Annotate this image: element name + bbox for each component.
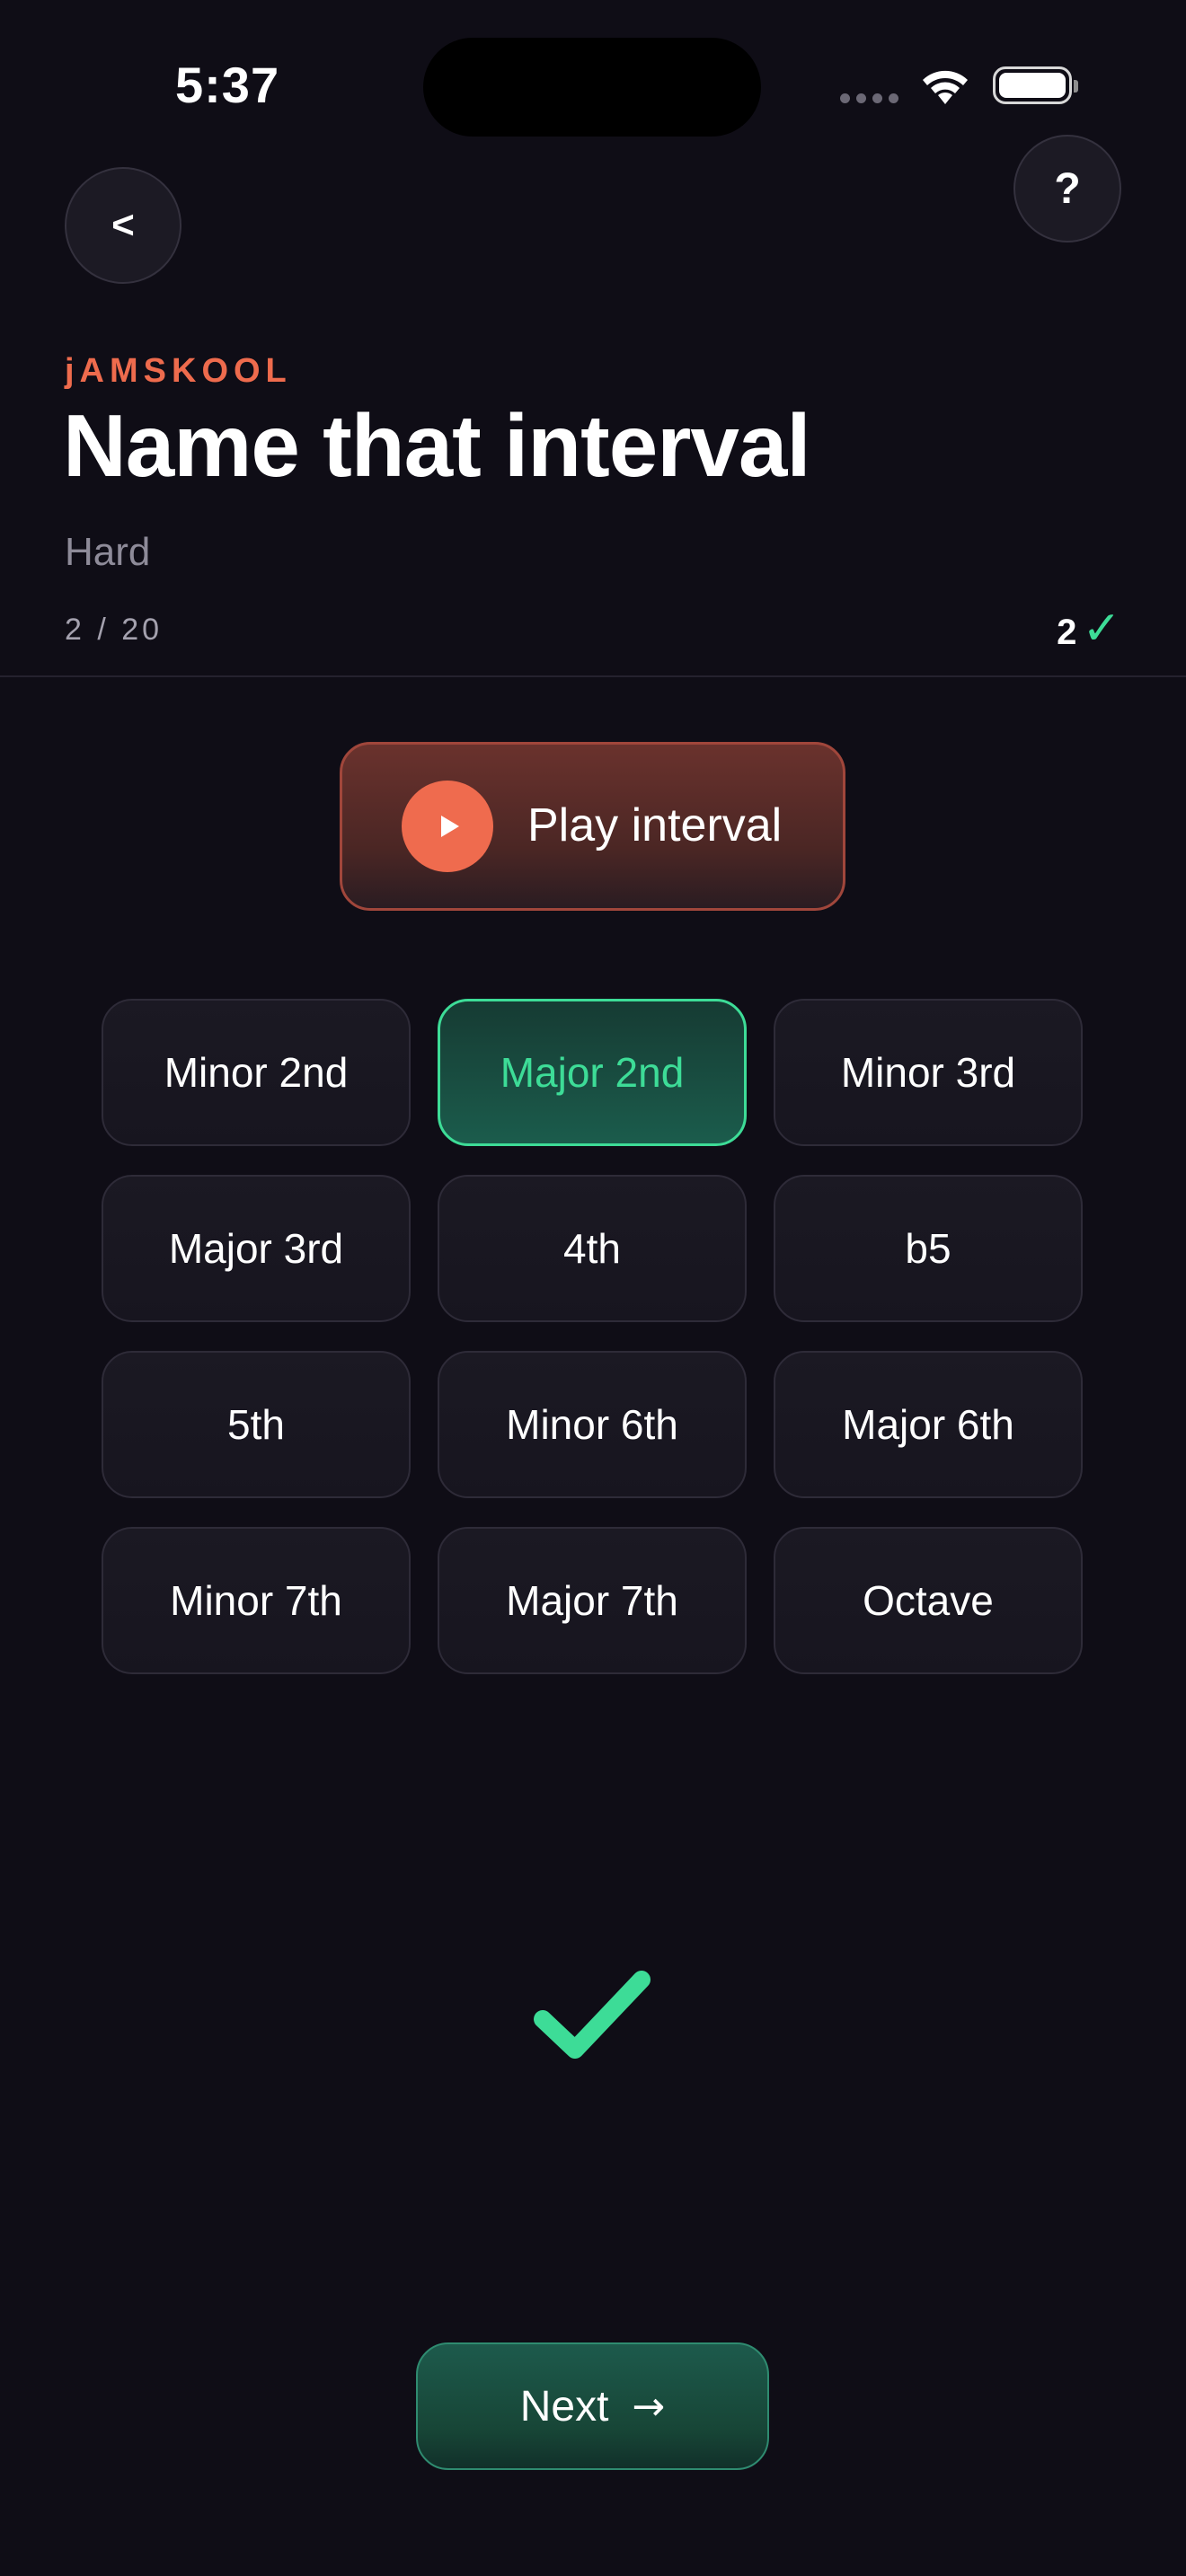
option-4th[interactable]: 4th (438, 1175, 747, 1322)
option-minor-7th[interactable]: Minor 7th (102, 1527, 411, 1674)
option-major-3rd[interactable]: Major 3rd (102, 1175, 411, 1322)
arrow-right-icon: → (632, 2383, 666, 2430)
option-major-6th[interactable]: Major 6th (774, 1351, 1083, 1498)
status-time: 5:37 (175, 57, 280, 113)
dynamic-island (423, 38, 761, 137)
play-interval-label: Play interval (527, 799, 783, 851)
cellular-signal-icon (840, 93, 898, 103)
option-b5[interactable]: b5 (774, 1175, 1083, 1322)
option-major-2nd[interactable]: Major 2nd (438, 999, 747, 1146)
brand-label: jAMSKOOL (65, 352, 292, 390)
option-major-7th[interactable]: Major 7th (438, 1527, 747, 1674)
check-icon: ✓ (1082, 602, 1121, 656)
battery-icon (993, 66, 1078, 104)
header-divider (0, 675, 1186, 677)
option-minor-3rd[interactable]: Minor 3rd (774, 999, 1083, 1146)
help-button[interactable]: ? (1013, 135, 1121, 243)
option-minor-6th[interactable]: Minor 6th (438, 1351, 747, 1498)
score-count: 2 (1057, 613, 1077, 652)
correct-check-icon (534, 1971, 651, 2059)
option-octave[interactable]: Octave (774, 1527, 1083, 1674)
score-display: 2 ✓ (1057, 602, 1121, 656)
page-title: Name that interval (63, 396, 811, 495)
option-minor-2nd[interactable]: Minor 2nd (102, 999, 411, 1146)
status-bar: 5:37 (0, 0, 1186, 144)
progress-counter: 2 / 20 (65, 613, 164, 647)
next-button[interactable]: Next → (416, 2342, 769, 2470)
difficulty-label: Hard (65, 530, 151, 574)
back-button[interactable]: < (65, 167, 181, 284)
answer-grid: Minor 2nd Major 2nd Minor 3rd Major 3rd … (102, 999, 1084, 1674)
wifi-icon (923, 70, 968, 104)
play-interval-button[interactable]: Play interval (340, 742, 845, 911)
next-label: Next (519, 2382, 609, 2430)
play-icon (402, 781, 493, 872)
option-5th[interactable]: 5th (102, 1351, 411, 1498)
